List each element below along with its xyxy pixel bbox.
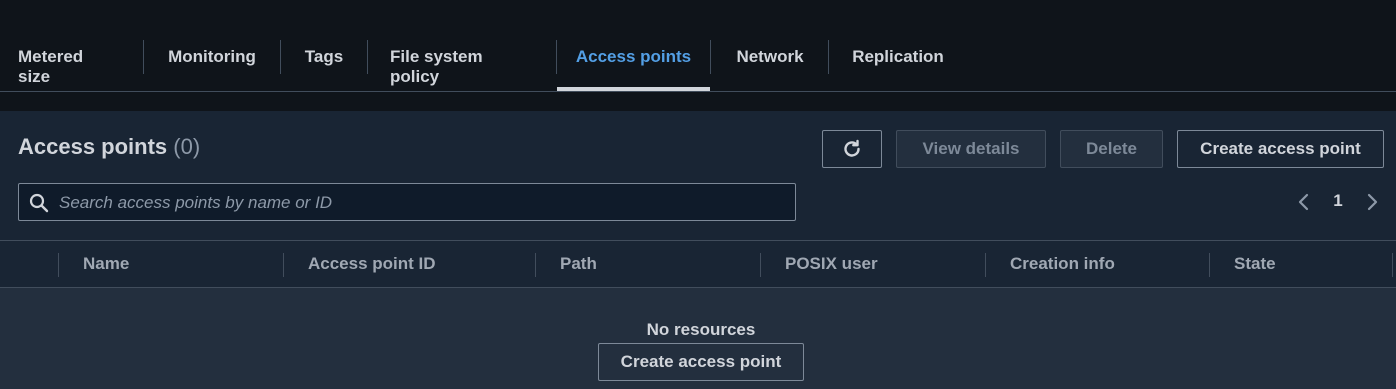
delete-button[interactable]: Delete bbox=[1060, 130, 1163, 168]
tab-monitoring[interactable]: Monitoring bbox=[166, 35, 258, 91]
section-title-text: Access points bbox=[18, 134, 168, 159]
column-divider bbox=[58, 253, 59, 277]
column-divider[interactable] bbox=[1392, 253, 1393, 277]
column-header-access-point-id[interactable]: Access point ID bbox=[308, 241, 436, 287]
create-access-point-button[interactable]: Create access point bbox=[1177, 130, 1384, 168]
section-count: (0) bbox=[173, 134, 201, 159]
tab-bar: Metered size Monitoring Tags File system… bbox=[0, 0, 1396, 92]
tab-file-system-policy[interactable]: File system policy bbox=[390, 35, 534, 91]
active-tab-indicator bbox=[557, 87, 710, 91]
column-header-state[interactable]: State bbox=[1234, 241, 1276, 287]
tab-divider bbox=[280, 40, 281, 74]
tab-tags[interactable]: Tags bbox=[304, 35, 344, 91]
tab-divider bbox=[143, 40, 144, 74]
tab-divider bbox=[710, 40, 711, 74]
column-header-path[interactable]: Path bbox=[560, 241, 597, 287]
refresh-icon bbox=[844, 139, 860, 157]
tab-access-points[interactable]: Access points bbox=[557, 35, 710, 91]
search-icon bbox=[29, 193, 49, 213]
column-divider[interactable] bbox=[283, 253, 284, 277]
empty-state-create-button[interactable]: Create access point bbox=[598, 343, 804, 381]
empty-state-title: No resources bbox=[646, 320, 756, 339]
chevron-left-icon[interactable] bbox=[1296, 192, 1312, 212]
tab-divider bbox=[367, 40, 368, 74]
column-header-posix-user[interactable]: POSIX user bbox=[785, 241, 878, 287]
column-divider[interactable] bbox=[1209, 253, 1210, 277]
search-field[interactable] bbox=[18, 183, 796, 222]
tab-network[interactable]: Network bbox=[734, 35, 806, 91]
tab-replication[interactable]: Replication bbox=[852, 35, 944, 91]
search-input[interactable] bbox=[57, 184, 791, 222]
column-header-name[interactable]: Name bbox=[83, 241, 129, 287]
table-header: Name Access point ID Path POSIX user Cre… bbox=[0, 240, 1396, 288]
view-details-button[interactable]: View details bbox=[896, 130, 1046, 168]
column-divider[interactable] bbox=[985, 253, 986, 277]
page-number[interactable]: 1 bbox=[1326, 191, 1350, 211]
refresh-button[interactable] bbox=[822, 130, 882, 168]
column-header-creation-info[interactable]: Creation info bbox=[1010, 241, 1115, 287]
column-divider[interactable] bbox=[535, 253, 536, 277]
chevron-right-icon[interactable] bbox=[1364, 192, 1380, 212]
tab-metered-size[interactable]: Metered size bbox=[18, 35, 120, 91]
column-divider[interactable] bbox=[760, 253, 761, 277]
section-title: Access points (0) bbox=[18, 134, 200, 160]
spacer bbox=[0, 92, 1396, 111]
tab-divider bbox=[828, 40, 829, 74]
